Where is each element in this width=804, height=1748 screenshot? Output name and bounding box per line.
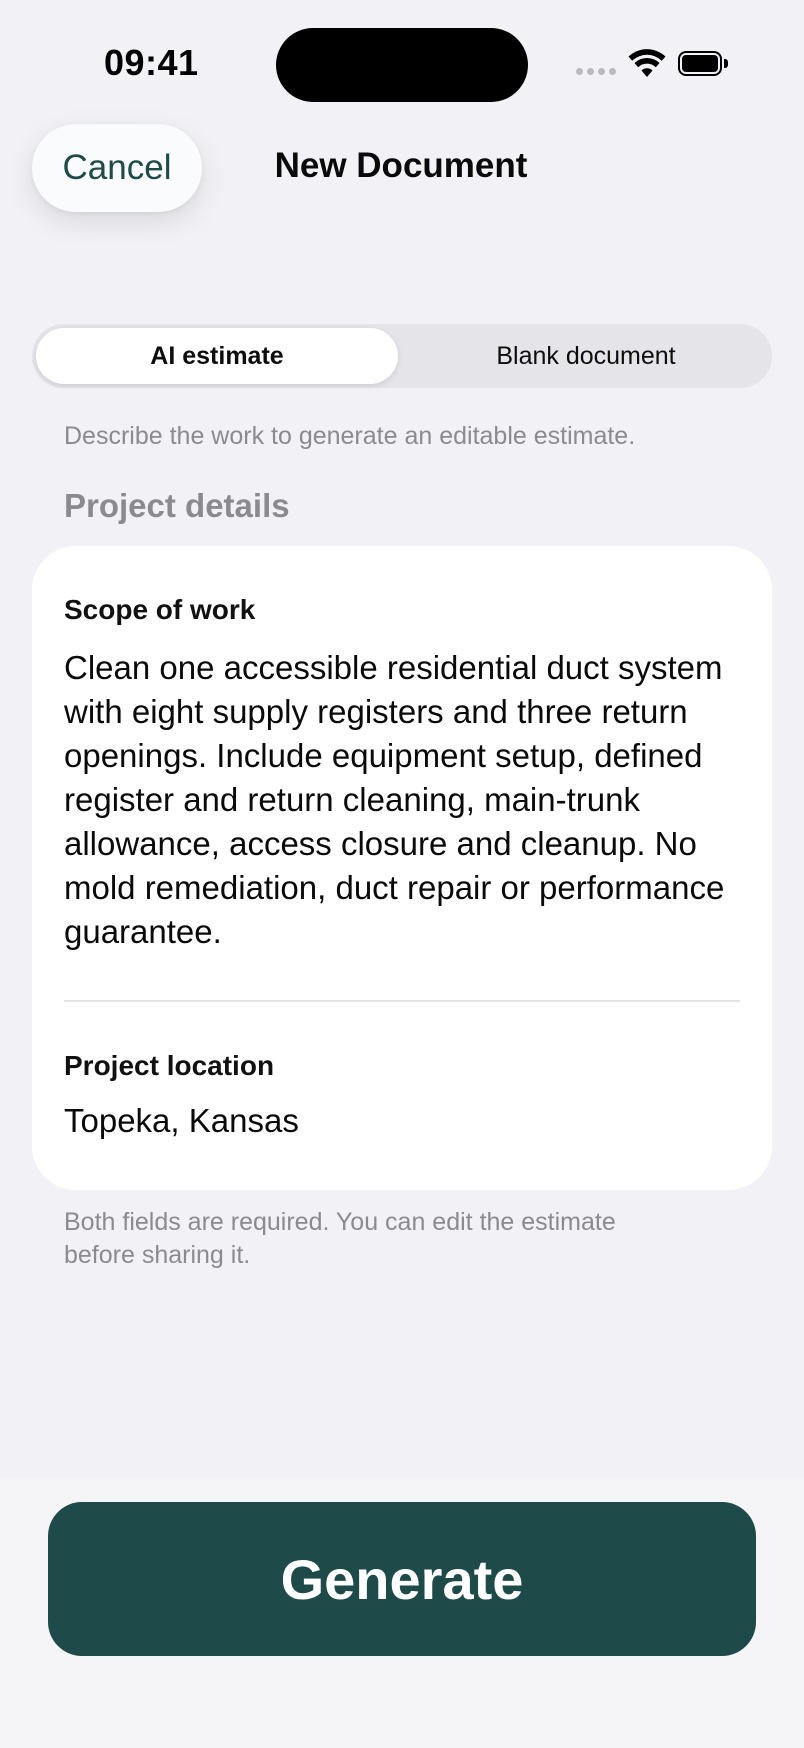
location-label: Project location <box>64 1050 275 1081</box>
dynamic-island <box>276 28 528 102</box>
wifi-icon <box>628 48 666 78</box>
generate-button[interactable]: Generate <box>48 1502 756 1656</box>
scope-of-work-field[interactable]: Clean one accessible residential duct sy… <box>64 646 744 954</box>
signal-icon <box>576 68 616 80</box>
status-time: 09:41 <box>104 42 199 83</box>
scope-label: Scope of work <box>64 594 256 625</box>
segment-blank-document[interactable]: Blank document <box>404 328 768 384</box>
document-type-segmented-control: AI estimate Blank document <box>32 324 772 388</box>
helper-text: Describe the work to generate an editabl… <box>64 422 636 450</box>
project-location-field[interactable]: Topeka, Kansas <box>64 1102 744 1140</box>
page-title-text: New Document <box>274 146 528 185</box>
section-title: Project details <box>64 487 290 524</box>
footnote: Both fields are required. You can edit t… <box>64 1208 616 1269</box>
page-title: New Document <box>0 146 804 186</box>
divider <box>64 1000 740 1002</box>
battery-icon <box>678 51 730 78</box>
segment-ai-estimate[interactable]: AI estimate <box>36 328 398 384</box>
project-details-card: Scope of work Clean one accessible resid… <box>32 546 772 1190</box>
